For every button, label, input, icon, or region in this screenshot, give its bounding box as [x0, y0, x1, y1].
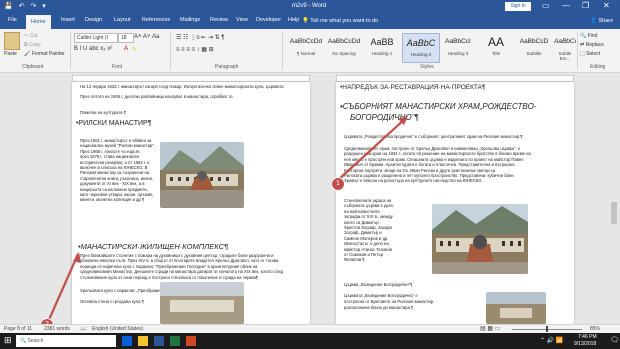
- proofing-icon[interactable]: 📖: [80, 326, 86, 332]
- zoom-level[interactable]: 85%: [590, 326, 600, 332]
- taskbar-search-box[interactable]: 🔍 Search: [16, 335, 116, 347]
- taskbar-search-text: Search: [27, 338, 44, 344]
- taskbar: ⊞ 🔍 Search ⌃ 🔊 📶 7:46 PM 9/13/2018 🗨: [0, 333, 620, 349]
- zoom-slider-thumb[interactable]: [546, 326, 548, 332]
- vertical-scrollbar[interactable]: [608, 82, 620, 324]
- word-count[interactable]: 2381 words: [44, 326, 70, 332]
- language[interactable]: English (United States): [92, 326, 143, 332]
- clock-time[interactable]: 7:46 PM: [578, 334, 597, 340]
- notifications-icon[interactable]: 🗨: [610, 336, 619, 344]
- arrow-2-line: [46, 253, 80, 323]
- excel-taskbar-icon[interactable]: [170, 336, 180, 346]
- view-buttons[interactable]: ▤ ▦ ▭: [480, 325, 500, 332]
- page-count[interactable]: Page 8 of 11: [4, 326, 32, 332]
- file-explorer-icon[interactable]: [138, 336, 148, 346]
- scroll-thumb[interactable]: [611, 202, 617, 224]
- system-tray-icons[interactable]: ⌃ 🔊 📶: [540, 337, 563, 344]
- powerpoint-taskbar-icon[interactable]: [186, 336, 196, 346]
- windows-start-icon[interactable]: ⊞: [4, 335, 12, 346]
- callout-1: 1: [331, 177, 345, 191]
- annotation-arrows: [46, 116, 408, 323]
- word-taskbar-icon[interactable]: [154, 336, 164, 346]
- edge-icon[interactable]: [122, 336, 132, 346]
- clock-date[interactable]: 9/13/2018: [574, 341, 596, 347]
- arrow-1-line: [337, 117, 407, 181]
